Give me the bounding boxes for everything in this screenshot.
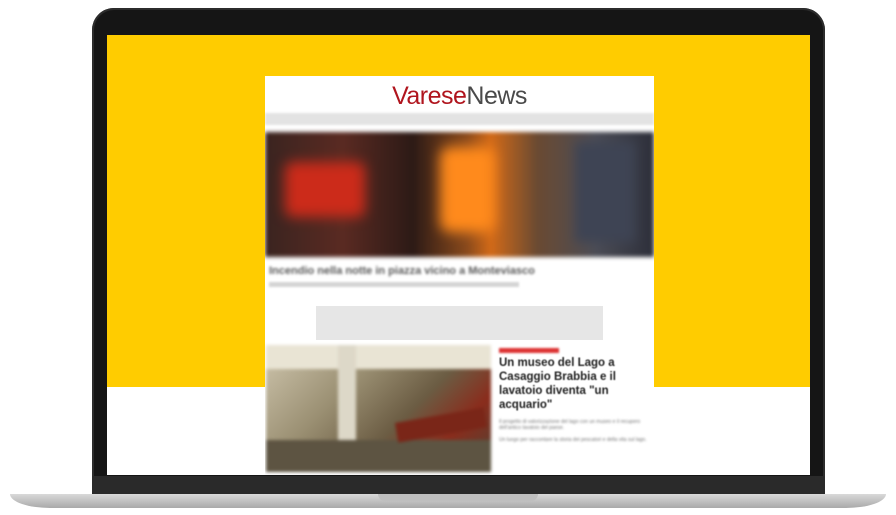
- laptop-notch: [378, 494, 538, 501]
- hero-meta: [269, 282, 519, 287]
- ad-placeholder: [316, 306, 603, 340]
- logo-varese: Varese: [392, 82, 467, 110]
- article-summary: Il progetto di valorizzazione del lago c…: [499, 419, 641, 431]
- laptop-screen: VareseNews Incendio nella notte in piazz…: [107, 35, 810, 475]
- article-title[interactable]: Un museo del Lago a Casaggio Brabbia e i…: [499, 356, 649, 412]
- thumb-boat: [394, 407, 488, 443]
- logo-news: News: [466, 82, 527, 110]
- article-kicker: [499, 348, 559, 353]
- hero-fire-left: [285, 162, 365, 217]
- varesenews-webpage: VareseNews Incendio nella notte in piazz…: [265, 76, 654, 475]
- hero-headline[interactable]: Incendio nella notte in piazza vicino a …: [269, 265, 639, 278]
- thumb-floor: [266, 440, 491, 472]
- laptop-hinge: [92, 476, 825, 494]
- hero-building-right: [575, 142, 635, 242]
- nav-bar[interactable]: [265, 113, 654, 125]
- thumb-roof: [266, 345, 491, 369]
- site-logo[interactable]: VareseNews: [265, 82, 654, 111]
- article-thumbnail[interactable]: [266, 345, 491, 472]
- hero-fire-center: [440, 147, 495, 232]
- hero-image[interactable]: [265, 132, 654, 257]
- thumb-pillar: [338, 345, 356, 445]
- article-summary-2: Un luogo per raccontare la storia dei pe…: [499, 437, 647, 443]
